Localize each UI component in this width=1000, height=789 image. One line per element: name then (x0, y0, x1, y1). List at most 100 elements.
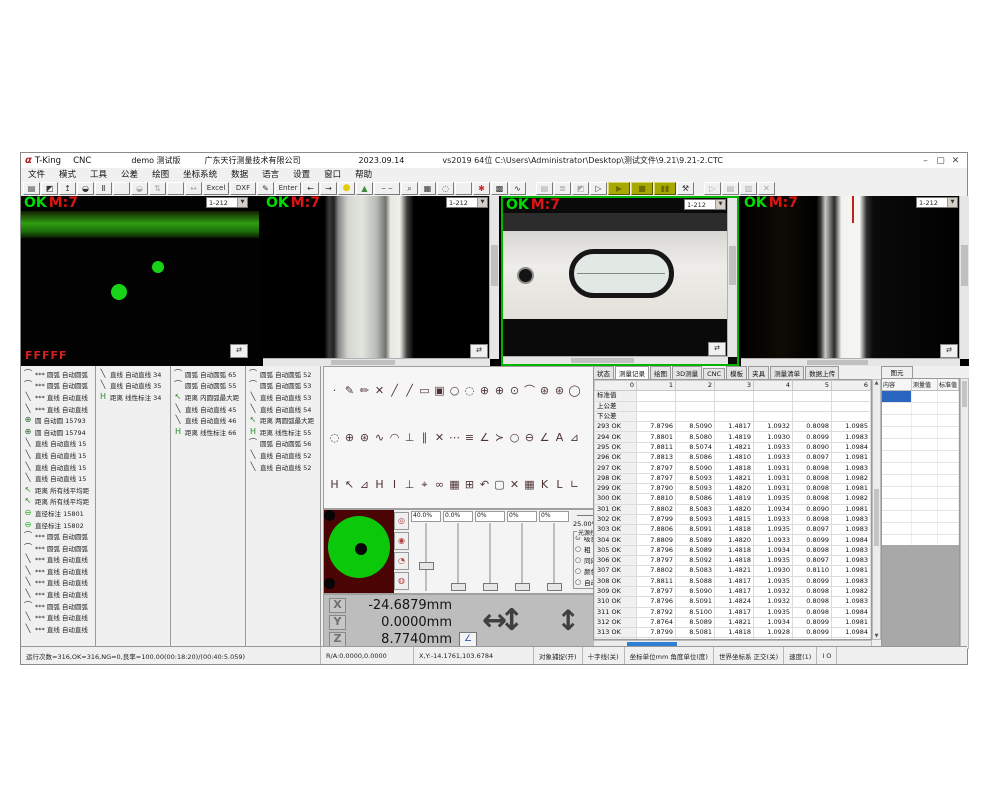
record-row[interactable]: 300 OK7.88108.50861.48191.09350.80981.09… (595, 494, 871, 504)
toolbox-icon[interactable]: H (372, 477, 387, 492)
element-row[interactable] (882, 511, 959, 523)
enter-button[interactable]: Enter (275, 182, 301, 195)
toolbox-icon[interactable]: H (327, 477, 342, 492)
record-row[interactable]: 303 OK7.88068.50911.48181.09350.80971.09… (595, 525, 871, 535)
camera-flip-button[interactable]: ⇄ (708, 342, 726, 356)
record-row[interactable]: 295 OK7.88118.50741.48211.09330.80901.09… (595, 442, 871, 452)
measure-item[interactable]: ╲*** 直线 自动直线 (21, 554, 95, 566)
toolbox-icon[interactable]: ○ (507, 430, 522, 445)
camera-view-2[interactable]: OKM:71-212▼⇄ (263, 196, 499, 366)
toolbox-icon[interactable]: ⊛ (537, 383, 552, 398)
toolbox-icon[interactable]: ∠ (477, 430, 492, 445)
z-jog-control[interactable]: ↕ (557, 599, 580, 643)
setup-run-button[interactable]: ⚒ (677, 182, 694, 195)
measure-item[interactable]: ╲*** 直线 自动直线 (21, 588, 95, 600)
light-mode-ring-icon[interactable]: ◎ (394, 512, 409, 530)
toolbox-icon[interactable]: ⌒ (522, 383, 537, 398)
light-slider[interactable]: 0% (507, 511, 537, 592)
updown-tool-button[interactable]: ⇅ (149, 182, 166, 195)
radio-icon[interactable]: ○ (575, 557, 581, 564)
element-row[interactable] (882, 451, 959, 463)
camera-hscrollbar[interactable] (503, 356, 728, 364)
measure-item[interactable]: ╲*** 直线 自动直线 (21, 391, 95, 403)
menu-item[interactable]: 模式 (52, 168, 83, 180)
measure-item[interactable]: ╲直线 自动直线 15 (21, 472, 95, 484)
measure-item[interactable]: ╲*** 直线 自动直线 (21, 565, 95, 577)
toolbox-icon[interactable]: ⊙ (507, 383, 522, 398)
tab-模板[interactable]: 模板 (726, 366, 747, 379)
measure-item[interactable]: ╲直线 自动直线 52 (246, 449, 320, 461)
record-special-row[interactable]: 上公差 (595, 401, 871, 411)
toolbox-icon[interactable]: A (552, 430, 567, 445)
run-button[interactable]: ▶ (608, 182, 630, 195)
record-row[interactable]: 297 OK7.87978.50901.48181.09310.80981.09… (595, 463, 871, 473)
measure-item[interactable]: ╲直线 自动直线 15 (21, 438, 95, 450)
tab-状态[interactable]: 状态 (593, 366, 614, 379)
slider-thumb[interactable] (483, 583, 498, 591)
measure-item[interactable]: ╲直线 自动直线 54 (246, 403, 320, 415)
measure-item[interactable]: ⌒*** 圆弧 自动圆弧 (21, 542, 95, 554)
toolbox-icon[interactable]: ▢ (492, 477, 507, 492)
measure-item[interactable]: ↖距离 所有线平均距 (21, 496, 95, 508)
camera-flip-button[interactable]: ⇄ (230, 344, 248, 358)
menu-item[interactable]: 绘图 (145, 168, 176, 180)
record-row[interactable]: 308 OK7.88118.50881.48171.09350.80991.09… (595, 576, 871, 586)
toolbox-icon[interactable]: · (327, 383, 342, 398)
slider-thumb[interactable] (419, 562, 434, 570)
toolbox-icon[interactable]: Ⅰ (387, 477, 402, 492)
measure-item[interactable]: ╲*** 直线 自动直线 (21, 611, 95, 623)
camera-range-select[interactable]: 1-212▼ (684, 199, 726, 210)
measure-item[interactable]: ⌒*** 圆弧 自动圆弧 (21, 368, 95, 380)
menu-item[interactable]: 数据 (224, 168, 255, 180)
excel-export-button[interactable]: Excel (203, 182, 229, 195)
measure-item[interactable]: ╲直线 自动直线 15 (21, 461, 95, 473)
back-arrow-button[interactable]: ← (302, 182, 319, 195)
caliper-tool-button[interactable]: Ⅱ (95, 182, 112, 195)
pattern-button[interactable]: ▦ (419, 182, 436, 195)
measure-item[interactable]: ╲直线 自动直线 53 (246, 391, 320, 403)
minus-minus-button[interactable]: ‒ ‒ (374, 182, 400, 195)
toolbox-icon[interactable]: ⊛ (357, 430, 372, 445)
menu-item[interactable]: 文件 (21, 168, 52, 180)
toolbox-icon[interactable]: ◠ (387, 430, 402, 445)
toolbox-icon[interactable]: ╱ (402, 383, 417, 398)
path-tool-button[interactable]: ↥ (59, 182, 76, 195)
dxf-export-button[interactable]: DXF (230, 182, 256, 195)
toolbox-icon[interactable]: ⊖ (522, 430, 537, 445)
menu-item[interactable]: 窗口 (317, 168, 348, 180)
toolbox-icon[interactable]: ⊞ (462, 477, 477, 492)
menu-item[interactable]: 工具 (83, 168, 114, 180)
scroll-up-icon[interactable]: ▲ (873, 380, 880, 386)
measure-item[interactable]: ╲直线 自动直线 35 (96, 380, 170, 392)
tab-3D测量[interactable]: 3D测量 (672, 366, 702, 379)
measure-item[interactable]: ╲*** 直线 自动直线 (21, 623, 95, 635)
tab-绘图[interactable]: 绘图 (650, 366, 671, 379)
close-tool-button[interactable]: ✕ (758, 182, 775, 195)
toolbox-icon[interactable]: ⊿ (567, 430, 582, 445)
toolbox-icon[interactable]: ▦ (522, 477, 537, 492)
axis-y-button[interactable]: Y (329, 615, 346, 630)
record-row[interactable]: 313 OK7.87998.50811.48181.09280.80991.09… (595, 628, 871, 638)
measure-item[interactable]: ╲*** 直线 自动直线 (21, 577, 95, 589)
play-button[interactable]: ▷ (590, 182, 607, 195)
light-slider[interactable]: 0% (475, 511, 505, 592)
element-row[interactable] (882, 403, 959, 415)
camera-hscrollbar[interactable] (263, 358, 490, 366)
element-row[interactable] (882, 499, 959, 511)
record-row[interactable]: 301 OK7.88028.50831.48201.09340.80901.09… (595, 504, 871, 514)
measure-item[interactable]: ⊖直径标注 15801 (21, 507, 95, 519)
toolbox-icon[interactable]: ✕ (432, 430, 447, 445)
tab-夹具[interactable]: 夹具 (748, 366, 769, 379)
blank-tool-2[interactable] (167, 182, 184, 195)
toolbox-icon[interactable]: ≻ (492, 430, 507, 445)
play-2-button[interactable]: ▷ (704, 182, 721, 195)
light-slider[interactable]: 0.0% (443, 511, 473, 592)
menu-item[interactable]: 公差 (114, 168, 145, 180)
toolbox-icon[interactable]: ⋯ (447, 430, 462, 445)
measure-item[interactable]: ╲*** 直线 自动直线 (21, 403, 95, 415)
record-row[interactable]: 302 OK7.87998.50931.48151.09330.80981.09… (595, 514, 871, 524)
toolbox-icon[interactable]: ╱ (387, 383, 402, 398)
measure-item[interactable]: ╲直线 自动直线 46 (171, 414, 245, 426)
camera-range-select[interactable]: 1-212▼ (916, 197, 958, 208)
zoom-button[interactable]: ⌕ (401, 182, 418, 195)
